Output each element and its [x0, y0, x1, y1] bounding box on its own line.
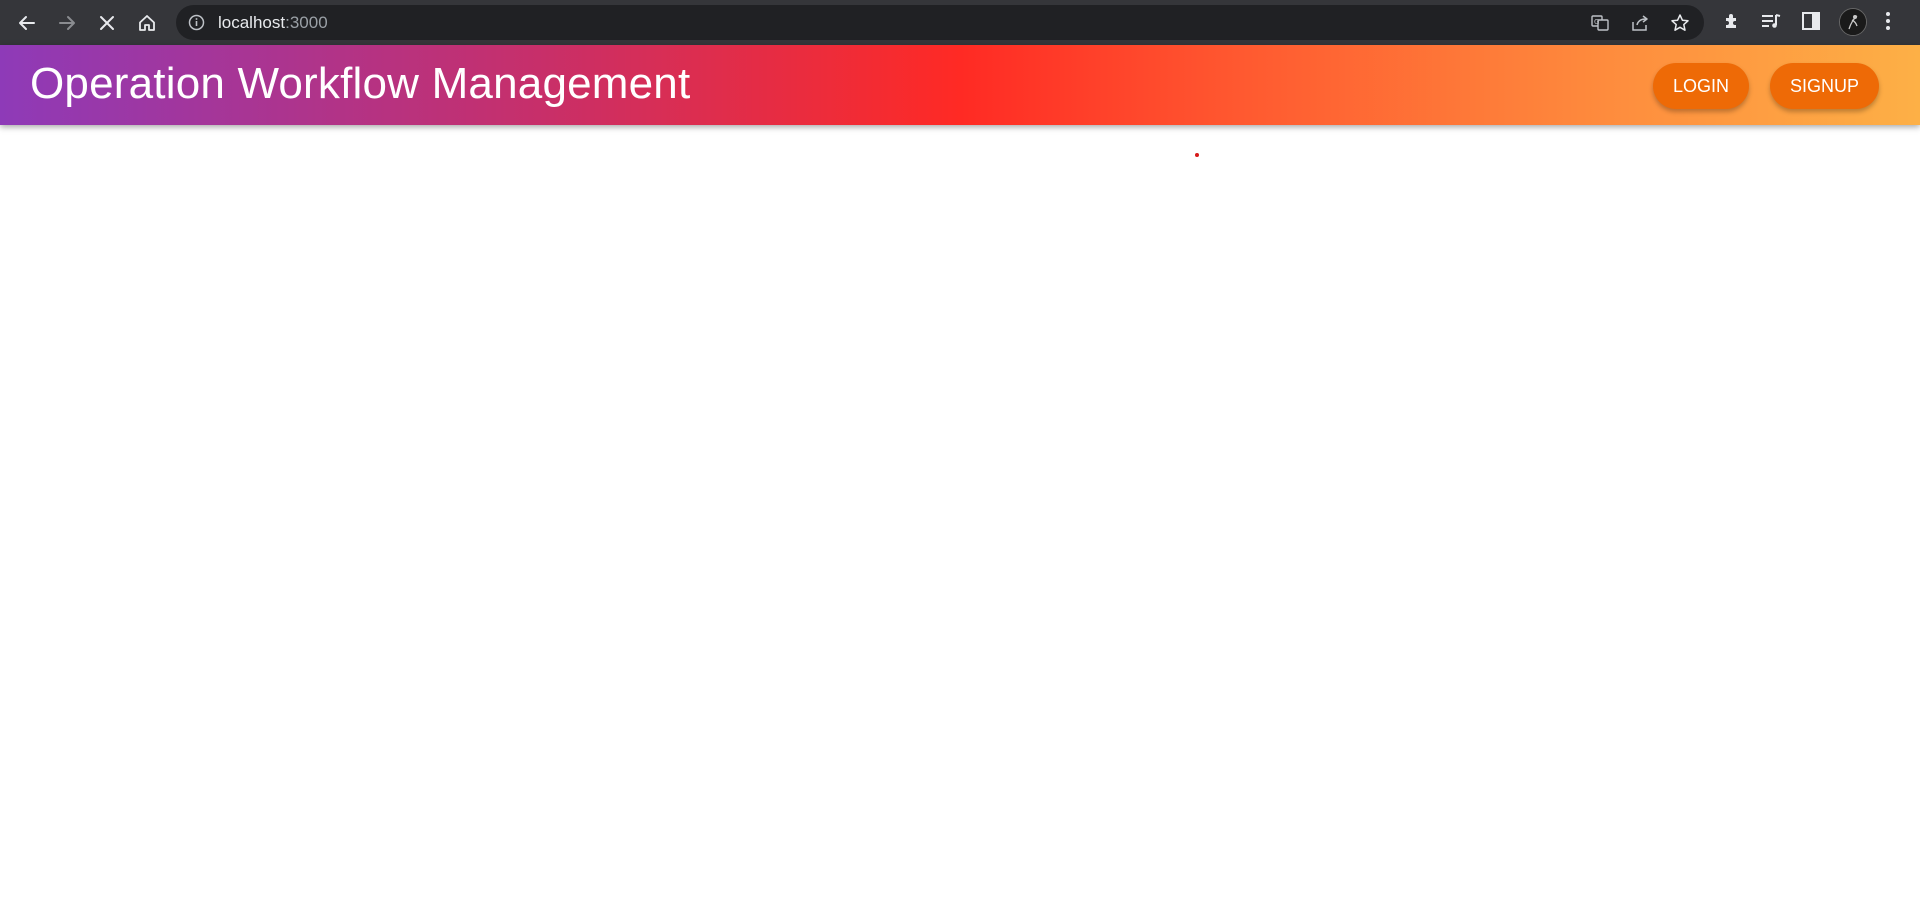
app-header: Operation Workflow Management LOGIN SIGN… — [0, 45, 1920, 125]
side-panel-icon[interactable] — [1800, 10, 1822, 37]
svg-text:G: G — [1594, 18, 1599, 26]
page-title: Operation Workflow Management — [30, 59, 691, 108]
stop-loading-button[interactable] — [90, 6, 124, 40]
home-icon — [137, 13, 157, 33]
bookmark-star-icon[interactable] — [1670, 13, 1690, 38]
url-text[interactable]: localhost:3000 — [218, 13, 328, 33]
address-bar[interactable]: localhost:3000 G — [176, 5, 1704, 40]
home-button[interactable] — [130, 6, 164, 40]
stop-loading-icon — [98, 14, 116, 32]
loading-dot — [1195, 153, 1199, 157]
signup-button[interactable]: SIGNUP — [1770, 63, 1879, 109]
forward-arrow-icon — [57, 13, 77, 33]
forward-button[interactable] — [50, 6, 84, 40]
browser-toolbar: localhost:3000 G — [0, 0, 1920, 45]
back-button[interactable] — [10, 6, 44, 40]
extensions-icon[interactable] — [1722, 10, 1744, 37]
share-icon[interactable] — [1630, 13, 1650, 38]
main-content — [0, 125, 1920, 923]
translate-icon[interactable]: G — [1590, 13, 1610, 38]
more-menu-icon[interactable] — [1883, 10, 1893, 37]
site-info-icon[interactable] — [188, 14, 205, 36]
login-button[interactable]: LOGIN — [1653, 63, 1749, 109]
reading-list-icon[interactable] — [1760, 10, 1782, 37]
url-host: localhost — [218, 13, 286, 32]
url-port: :3000 — [285, 13, 328, 32]
profile-avatar[interactable] — [1839, 8, 1867, 36]
back-arrow-icon — [17, 13, 37, 33]
